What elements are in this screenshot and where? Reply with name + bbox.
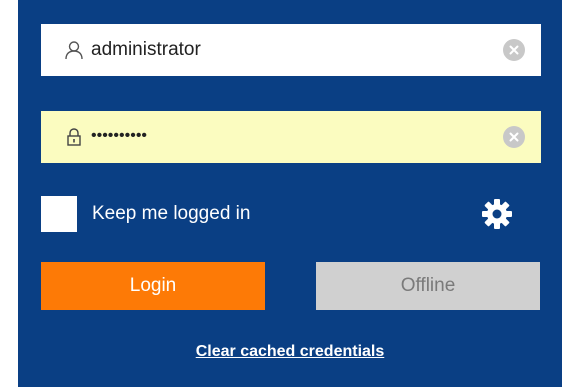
keep-logged-in-label[interactable]: Keep me logged in [92, 196, 250, 232]
password-field[interactable]: •••••••••• [41, 111, 541, 163]
username-value[interactable]: administrator [91, 24, 201, 76]
username-field[interactable]: administrator [41, 24, 541, 76]
user-icon [63, 39, 85, 61]
keep-logged-in-checkbox[interactable] [41, 196, 77, 232]
gear-icon[interactable] [481, 198, 513, 230]
offline-button[interactable]: Offline [316, 262, 540, 310]
clear-icon[interactable] [503, 39, 525, 61]
login-button[interactable]: Login [41, 262, 265, 310]
clear-cached-credentials-link[interactable]: Clear cached credentials [18, 343, 562, 361]
password-value[interactable]: •••••••••• [91, 110, 147, 162]
lock-icon [63, 126, 85, 148]
clear-icon[interactable] [503, 126, 525, 148]
login-panel: administrator •••••••••• Keep me logged … [18, 0, 562, 387]
